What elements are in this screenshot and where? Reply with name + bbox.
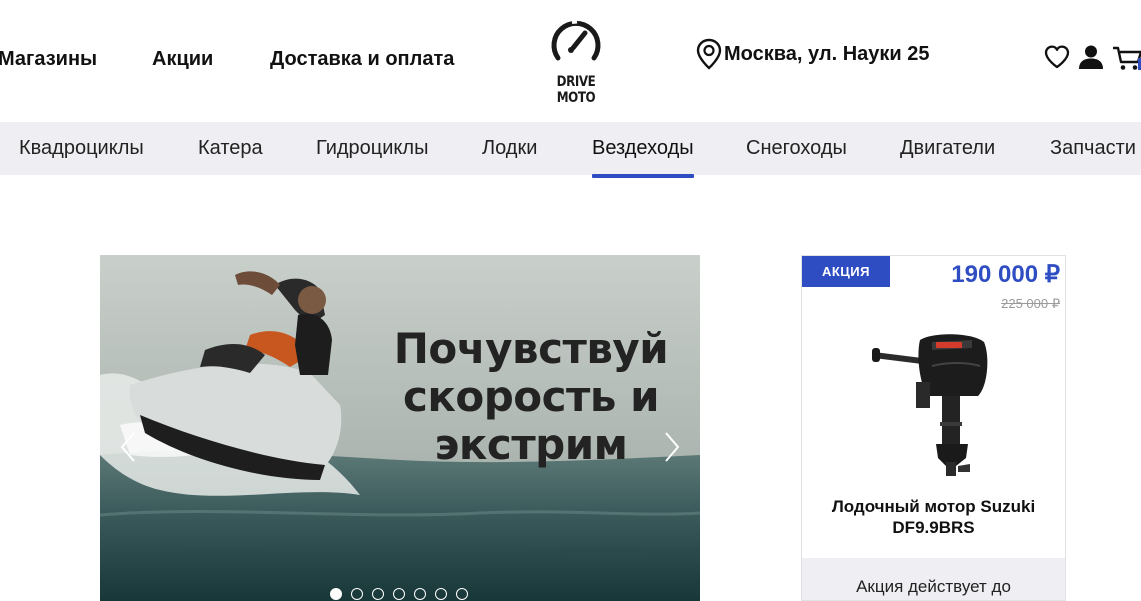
slider-dot[interactable]: [456, 588, 468, 600]
promo-product-card[interactable]: АКЦИЯ 190 000 ₽ 225 000 ₽ Лодочный мотор…: [801, 255, 1066, 601]
heart-icon[interactable]: [1044, 44, 1070, 70]
banner-line: скорость и: [402, 372, 660, 421]
nav-link-stores[interactable]: Магазины: [0, 48, 97, 71]
category-all-terrain[interactable]: Вездеходы: [592, 122, 694, 178]
product-title[interactable]: Лодочный мотор Suzuki DF9.9BRS: [812, 496, 1055, 538]
category-label: Лодки: [482, 137, 538, 159]
category-label: Вездеходы: [592, 137, 694, 159]
slider-dot[interactable]: [414, 588, 426, 600]
cart-icon[interactable]: [1112, 44, 1141, 72]
promo-price: 190 000 ₽: [951, 261, 1060, 288]
category-label: Двигатели: [900, 137, 996, 159]
location-pin-icon: [696, 38, 722, 70]
user-icon[interactable]: [1078, 44, 1104, 70]
promo-footer-text: Акция действует до: [856, 577, 1011, 596]
logo-text: DRIVE MOTO: [556, 74, 596, 106]
old-price: 225 000 ₽: [1001, 296, 1060, 311]
category-label: Квадроциклы: [19, 137, 144, 159]
category-snowmobiles[interactable]: Снегоходы: [746, 122, 847, 175]
slider-dot[interactable]: [393, 588, 405, 600]
outboard-motor-image: [872, 334, 988, 476]
category-jetskis[interactable]: Гидроциклы: [316, 122, 428, 175]
category-label: Катера: [198, 137, 263, 159]
nav-link-promotions[interactable]: Акции: [152, 48, 213, 71]
category-boats-motor[interactable]: Катера: [198, 122, 263, 175]
category-label: Запчасти: [1050, 137, 1136, 159]
promo-footer: Акция действует до: [802, 558, 1065, 600]
nav-link-delivery[interactable]: Доставка и оплата: [270, 48, 454, 71]
slider-dot[interactable]: [330, 588, 342, 600]
category-boats[interactable]: Лодки: [482, 122, 537, 175]
slider-dot[interactable]: [372, 588, 384, 600]
slider-dot[interactable]: [435, 588, 447, 600]
slider-next-button[interactable]: [656, 427, 686, 467]
slider-dot[interactable]: [351, 588, 363, 600]
category-parts[interactable]: Запчасти: [1050, 122, 1136, 175]
category-label: Гидроциклы: [316, 137, 429, 159]
banner-line: экстрим: [434, 420, 628, 469]
active-tab-indicator: [592, 174, 694, 178]
banner-headline: Почувствуй скорость и экстрим: [390, 325, 672, 469]
speedometer-icon: [551, 19, 601, 61]
slider-dots: [330, 588, 468, 601]
promo-badge: АКЦИЯ: [802, 256, 890, 287]
category-engines[interactable]: Двигатели: [900, 122, 995, 175]
site-header: Магазины Акции Доставка и оплата DRIVE M…: [0, 0, 1141, 122]
hero-slider[interactable]: Почувствуй скорость и экстрим: [100, 255, 700, 601]
category-bar: Квадроциклы Катера Гидроциклы Лодки Везд…: [0, 122, 1141, 178]
logo[interactable]: DRIVE MOTO: [530, 16, 622, 106]
chevron-right-icon: [665, 432, 680, 462]
banner-line: Почувствуй: [393, 324, 669, 373]
category-atvs[interactable]: Квадроциклы: [19, 122, 144, 175]
location[interactable]: Москва, ул. Науки 25: [696, 38, 930, 70]
chevron-left-icon: [120, 432, 135, 462]
category-label: Снегоходы: [746, 137, 847, 159]
location-address: Москва, ул. Науки 25: [724, 42, 930, 65]
slider-prev-button[interactable]: [114, 427, 144, 467]
